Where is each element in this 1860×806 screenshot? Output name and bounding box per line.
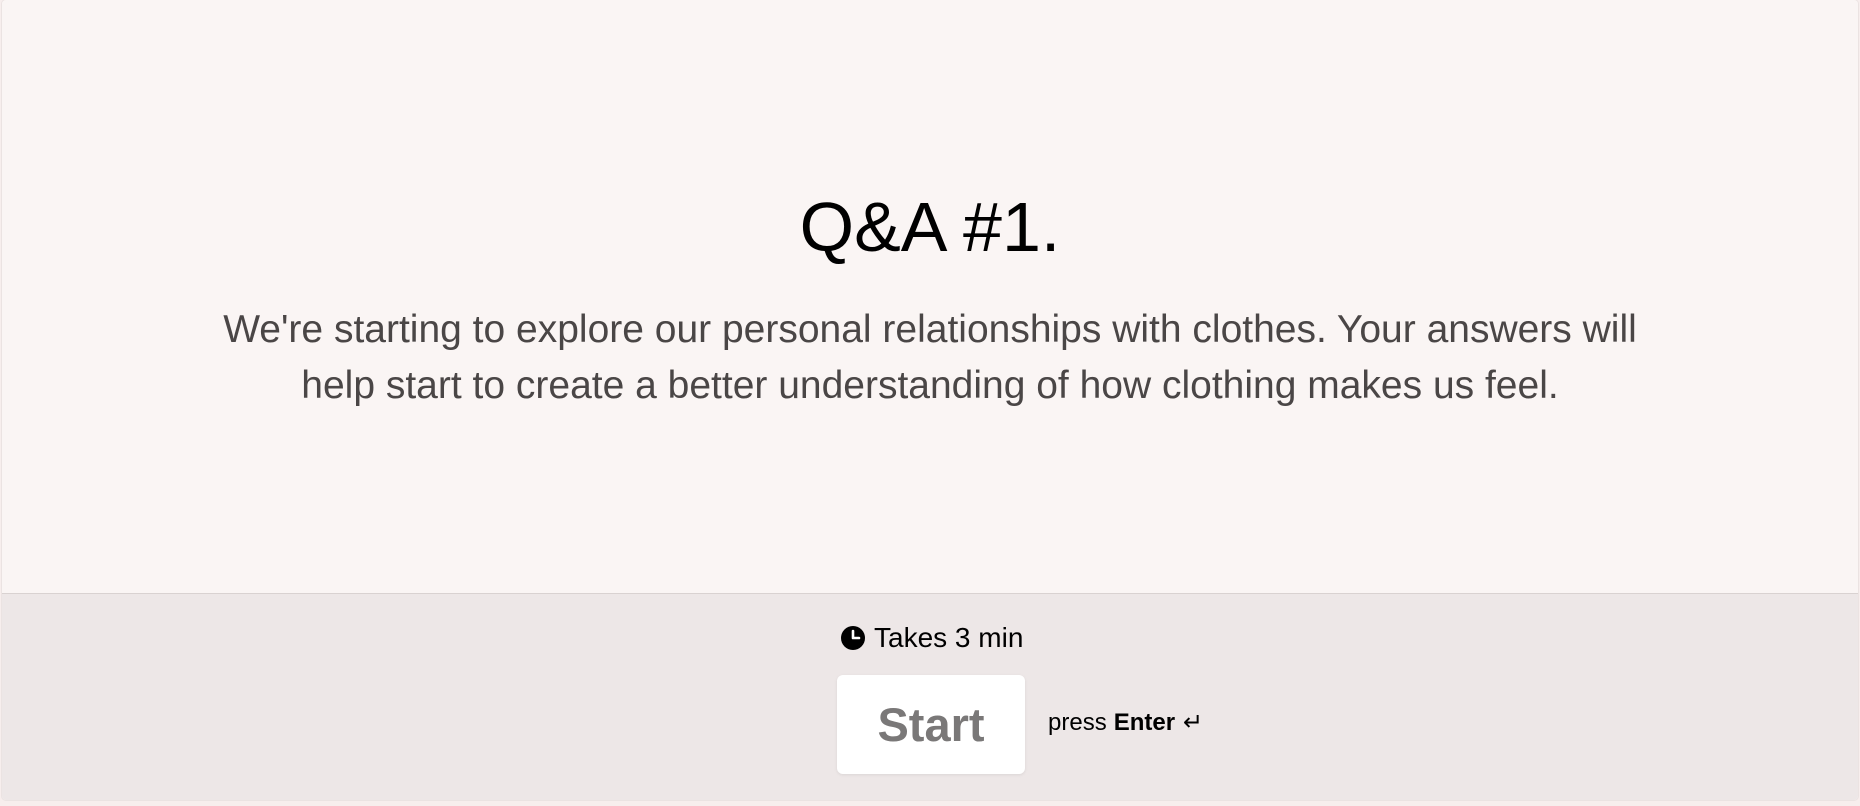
page-title: Q&A #1.	[799, 188, 1061, 266]
welcome-description: We're starting to explore our personal r…	[223, 308, 1637, 407]
form-window: Q&A #1. We're starting to explore our pe…	[2, 0, 1858, 800]
duration-text: Takes 3 min	[874, 622, 1024, 653]
duration-info: Takes 3 min	[840, 620, 1023, 656]
hint-prefix: press	[1048, 708, 1107, 736]
hint-key: Enter	[1113, 708, 1176, 736]
enter-key-hint: press Enter ↵	[1048, 708, 1203, 737]
welcome-screen: Q&A #1. We're starting to explore our pe…	[2, 0, 1858, 594]
start-footer: Takes 3 min Start press Enter ↵	[2, 594, 1858, 800]
return-key-icon: ↵	[1183, 709, 1204, 736]
clock-icon	[840, 625, 866, 651]
start-button[interactable]: Start	[837, 675, 1025, 774]
